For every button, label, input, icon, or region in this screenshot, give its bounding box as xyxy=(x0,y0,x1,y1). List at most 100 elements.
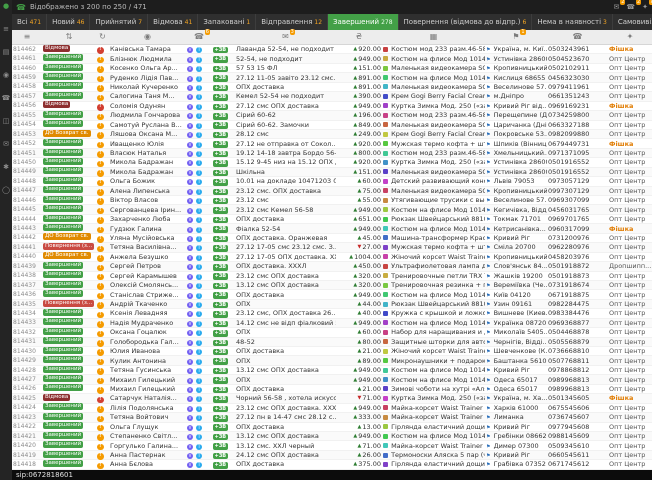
telegram-icon[interactable]: T xyxy=(196,245,202,251)
viber-icon[interactable]: V xyxy=(187,311,193,317)
status-badge[interactable]: Завершений xyxy=(43,215,83,222)
status-badge[interactable]: Завершений xyxy=(43,318,83,325)
telegram-icon[interactable]: T xyxy=(196,434,202,440)
tab[interactable]: Нема в наявності3 xyxy=(532,14,612,30)
status-badge[interactable]: Завершений xyxy=(43,356,83,363)
telegram-icon[interactable]: T xyxy=(196,85,202,91)
viber-icon[interactable]: V xyxy=(187,396,193,402)
viber-icon[interactable]: V xyxy=(187,245,193,251)
status-badge[interactable]: Завершений xyxy=(43,271,83,278)
calls-icon[interactable]: ☎ xyxy=(2,95,11,102)
viber-icon[interactable]: V xyxy=(187,255,193,261)
telegram-icon[interactable]: T xyxy=(196,132,202,138)
status-badge[interactable]: Завершений xyxy=(43,328,83,335)
sort-icon[interactable]: ⇅ xyxy=(66,33,73,41)
callback-badge[interactable]: +ЗВ xyxy=(213,85,228,92)
status-badge[interactable]: Завершений xyxy=(43,441,83,448)
viber-icon[interactable]: V xyxy=(187,142,193,148)
viber-icon[interactable]: V xyxy=(187,217,193,223)
status-badge[interactable]: Завершений xyxy=(43,262,83,269)
viber-icon[interactable]: V xyxy=(187,47,193,53)
viber-icon[interactable]: V xyxy=(187,198,193,204)
viber-icon[interactable]: V xyxy=(187,368,193,374)
status-badge[interactable]: Завершений xyxy=(43,224,83,231)
callback-badge[interactable]: +ЗВ xyxy=(213,94,228,101)
callback-badge[interactable]: +ЗВ xyxy=(213,311,228,318)
mail-icon[interactable]: ✉ xyxy=(3,141,9,148)
tab[interactable]: Завершений278 xyxy=(328,14,399,30)
viber-icon[interactable]: V xyxy=(187,132,193,138)
telegram-icon[interactable]: T xyxy=(196,57,202,63)
tab[interactable]: Відправлення12 xyxy=(256,14,328,30)
viber-icon[interactable]: V xyxy=(187,94,193,100)
telegram-icon[interactable]: T xyxy=(196,396,202,402)
callback-badge[interactable]: +ЗВ xyxy=(213,273,228,280)
viber-icon[interactable]: V xyxy=(187,453,193,459)
callback-badge[interactable]: +ЗВ xyxy=(213,198,228,205)
status-badge[interactable]: Завершений xyxy=(43,347,83,354)
status-badge[interactable]: Завершений xyxy=(43,120,83,127)
calls-icon[interactable]: ☎6 xyxy=(194,33,204,41)
telegram-icon[interactable]: T xyxy=(196,368,202,374)
viber-icon[interactable]: V xyxy=(187,160,193,166)
telegram-icon[interactable]: T xyxy=(196,160,202,166)
status-badge[interactable]: Завершений xyxy=(43,366,83,373)
telegram-icon[interactable]: T xyxy=(196,123,202,129)
tab[interactable]: Прийнятий7 xyxy=(90,14,148,30)
viber-icon[interactable]: V xyxy=(187,179,193,185)
telegram-icon[interactable]: T xyxy=(196,76,202,82)
telegram-icon[interactable]: T xyxy=(196,274,202,280)
callback-badge[interactable]: +ЗВ xyxy=(213,462,228,469)
shipping-icon[interactable]: ⚑1 xyxy=(512,33,519,41)
status-badge[interactable]: Відмова xyxy=(43,101,70,108)
callback-badge[interactable]: +ЗВ xyxy=(213,245,228,252)
callback-badge[interactable]: +ЗВ xyxy=(213,47,228,54)
callback-badge[interactable]: +ЗВ xyxy=(213,151,228,158)
settings-icon[interactable]: ✱ xyxy=(3,164,9,171)
mail-icon[interactable]: ✉2 xyxy=(614,3,620,11)
callback-badge[interactable]: +ЗВ xyxy=(213,104,228,111)
telegram-icon[interactable]: T xyxy=(196,227,202,233)
telegram-icon[interactable]: T xyxy=(196,453,202,459)
telegram-icon[interactable]: T xyxy=(196,415,202,421)
viber-icon[interactable]: V xyxy=(187,406,193,412)
telegram-icon[interactable]: T xyxy=(196,170,202,176)
menu-icon[interactable]: ≡ xyxy=(24,33,31,41)
status-badge[interactable]: Завершений xyxy=(43,451,83,458)
clients-icon[interactable]: ◉ xyxy=(3,72,9,79)
viber-icon[interactable]: V xyxy=(187,330,193,336)
callback-badge[interactable]: +ЗВ xyxy=(213,66,228,73)
viber-icon[interactable]: V xyxy=(187,113,193,119)
tab[interactable]: Всі471 xyxy=(12,14,47,30)
telegram-icon[interactable]: T xyxy=(196,330,202,336)
phone-status-icon[interactable]: ☎ xyxy=(16,3,26,12)
callback-badge[interactable]: +ЗВ xyxy=(213,368,228,375)
telegram-icon[interactable]: T xyxy=(196,104,202,110)
callback-badge[interactable]: +ЗВ xyxy=(213,415,228,422)
status-badge[interactable]: ДО Возврат св. xyxy=(43,252,91,259)
logo-dot[interactable]: ● xyxy=(3,3,9,10)
telegram-icon[interactable]: T xyxy=(196,311,202,317)
status-badge[interactable]: Завершений xyxy=(43,403,83,410)
telegram-icon[interactable]: T xyxy=(196,444,202,450)
telegram-icon[interactable]: T xyxy=(196,359,202,365)
viber-icon[interactable]: V xyxy=(187,85,193,91)
telegram-icon[interactable]: T xyxy=(196,236,202,242)
viber-icon[interactable]: V xyxy=(187,227,193,233)
callback-badge[interactable]: +ЗВ xyxy=(213,207,228,214)
telegram-icon[interactable]: T xyxy=(196,302,202,308)
telegram-icon[interactable]: T xyxy=(196,406,202,412)
telegram-icon[interactable]: T xyxy=(196,462,202,468)
viber-icon[interactable]: V xyxy=(187,236,193,242)
telegram-icon[interactable]: T xyxy=(196,425,202,431)
callback-badge[interactable]: +ЗВ xyxy=(213,283,228,290)
status-badge[interactable]: Відмова xyxy=(43,394,70,401)
status-badge[interactable]: Завершений xyxy=(43,139,83,146)
stats-icon[interactable]: ◫ xyxy=(3,118,10,125)
callback-badge[interactable]: +ЗВ xyxy=(213,387,228,394)
viber-icon[interactable]: V xyxy=(187,293,193,299)
callback-badge[interactable]: +ЗВ xyxy=(213,443,228,450)
callback-badge[interactable]: +ЗВ xyxy=(213,122,228,129)
callback-badge[interactable]: +ЗВ xyxy=(213,113,228,120)
viber-icon[interactable]: V xyxy=(187,208,193,214)
